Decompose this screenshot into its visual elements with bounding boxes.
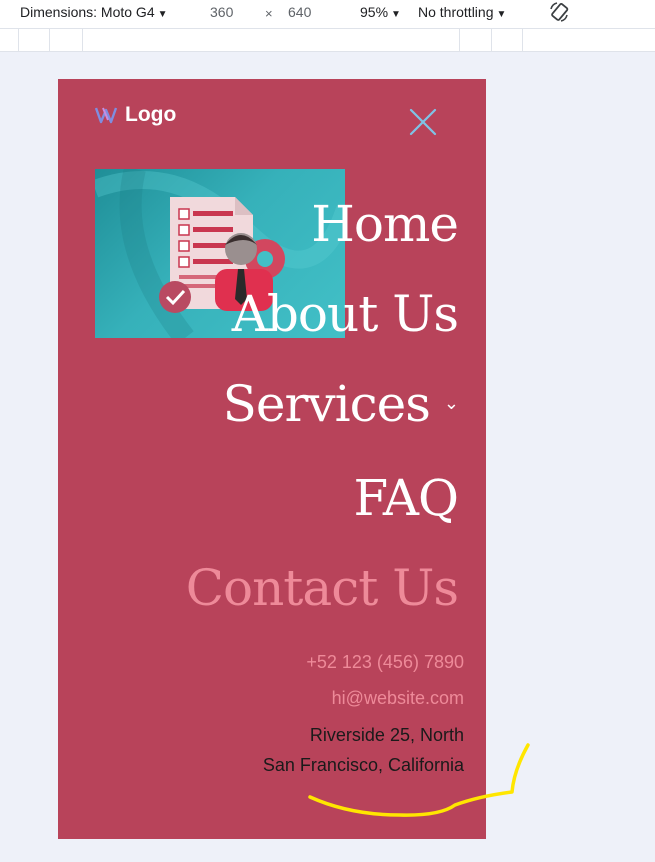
- throttling-label: No throttling: [418, 4, 494, 20]
- zoom-label: 95%: [360, 4, 389, 20]
- media-query-ruler: [0, 29, 655, 52]
- device-select[interactable]: Dimensions: Moto G4 ▼: [20, 4, 168, 20]
- main-nav: Home About Us Services ⌄ FAQ Contact Us: [186, 179, 459, 633]
- device-label: Dimensions: Moto G4: [20, 4, 155, 20]
- throttling-select[interactable]: No throttling ▼: [418, 4, 506, 20]
- width-input[interactable]: 360: [210, 4, 233, 20]
- site-logo[interactable]: Logo: [95, 103, 176, 127]
- chevron-down-icon[interactable]: ⌄: [444, 359, 459, 449]
- caret-down-icon: ▼: [157, 9, 168, 20]
- devtools-toolbar: Dimensions: Moto G4 ▼ 360 × 640 95% ▼ No t…: [0, 0, 655, 29]
- address-line-2: San Francisco, California: [262, 755, 464, 775]
- contact-info: +52 123 (456) 7890 hi@website.com Rivers…: [263, 644, 464, 780]
- nav-item-contact-us[interactable]: Contact Us: [186, 543, 459, 633]
- email-link[interactable]: hi@website.com: [263, 680, 464, 716]
- caret-down-icon: ▼: [391, 9, 401, 20]
- logo-mark-icon: [95, 107, 118, 124]
- nav-item-home[interactable]: Home: [186, 179, 459, 269]
- nav-item-services[interactable]: Services ⌄: [186, 359, 459, 453]
- nav-item-about-us[interactable]: About Us: [186, 269, 459, 359]
- close-icon[interactable]: [407, 106, 439, 138]
- rotate-icon[interactable]: [548, 1, 570, 23]
- nav-item-faq[interactable]: FAQ: [186, 453, 459, 543]
- address-line-1: Riverside 25, North: [309, 725, 464, 745]
- nav-item-label: Services: [222, 375, 431, 433]
- caret-down-icon: ▼: [496, 9, 507, 20]
- logo-text: Logo: [125, 103, 177, 126]
- mobile-viewport: Logo Home About Us Services ⌄ FAQ Contac…: [58, 79, 486, 839]
- height-input[interactable]: 640: [288, 4, 311, 20]
- dimension-separator: ×: [265, 6, 273, 21]
- zoom-select[interactable]: 95% ▼: [360, 4, 401, 20]
- phone-link[interactable]: +52 123 (456) 7890: [263, 644, 464, 680]
